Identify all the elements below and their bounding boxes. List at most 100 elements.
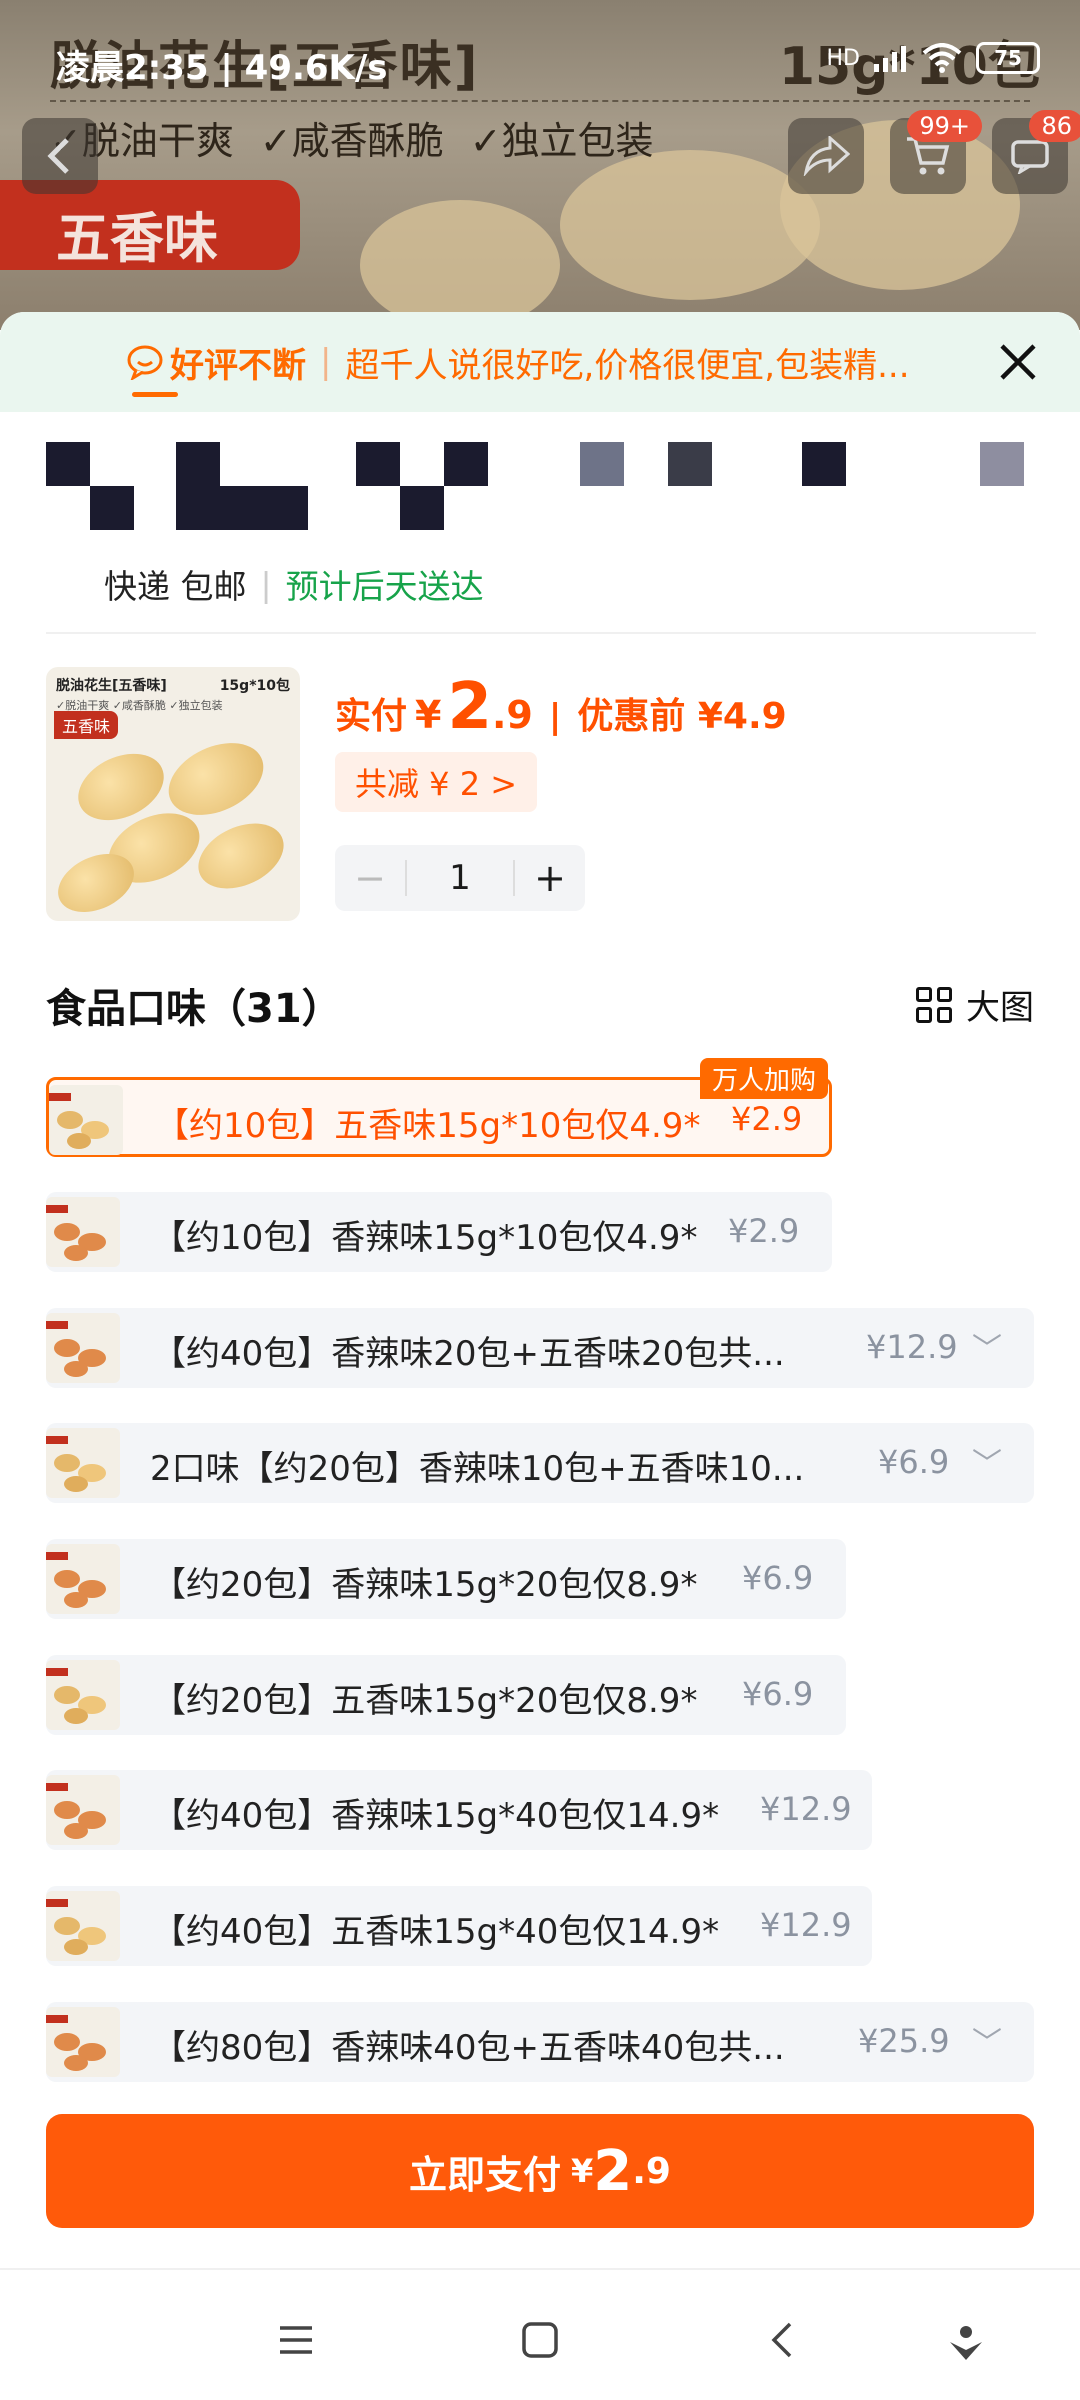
share-icon: [803, 136, 850, 176]
status-icons: HD 75: [827, 42, 1040, 74]
shipping-info[interactable]: 快递 包邮 | 预计后天送达: [104, 560, 484, 608]
chevron-down-icon[interactable]: ﹀: [972, 2018, 1002, 2062]
pay-now-price-dec: .9: [632, 2150, 671, 2192]
chat-bubble-icon: [127, 345, 163, 380]
thumb-title: 脱油花生[五香味]: [56, 678, 167, 694]
option-price: ¥6.9: [742, 1675, 814, 1713]
message-button[interactable]: 86: [992, 110, 1080, 194]
option-price: ¥6.9: [742, 1559, 814, 1597]
option-thumbnail: [49, 1085, 123, 1155]
pay-label: 实付: [335, 696, 408, 737]
cart-badge: 99+: [907, 110, 982, 142]
status-bar: 凌晨2:35 | 49.6K/s HD 75: [0, 0, 1080, 120]
pay-now-button[interactable]: 立即支付 ¥ 2 .9: [46, 2114, 1034, 2228]
pay-now-currency: ¥: [571, 2152, 594, 2190]
chevron-left-icon: [47, 138, 69, 174]
option-thumbnail: [46, 1313, 120, 1383]
quantity-stepper: − 1 +: [335, 845, 585, 911]
close-icon: [1000, 344, 1036, 380]
sku-option[interactable]: 【约20包】香辣味15g*20包仅8.9* ¥6.9: [46, 1539, 846, 1619]
option-price: ¥12.9: [760, 1906, 852, 1944]
option-label: 【约10包】香辣味15g*10包仅4.9*: [152, 1218, 698, 1258]
pay-now-price-int: 2: [593, 2138, 633, 2204]
thumb-badge: 五香味: [54, 711, 119, 739]
option-label: 【约10包】五香味15g*10包仅4.9*: [155, 1106, 701, 1146]
sku-option[interactable]: 【约20包】五香味15g*20包仅8.9* ¥6.9: [46, 1655, 846, 1735]
option-price: ¥12.9: [866, 1328, 958, 1366]
delivery-estimate: 预计后天送达: [285, 567, 484, 606]
message-badge: 86: [1029, 110, 1080, 142]
discount-badge[interactable]: 共减 ¥ 2 >: [335, 752, 538, 812]
sku-option[interactable]: 【约80包】香辣味40包+五香味40包共... ¥25.9 ﹀: [46, 2002, 1034, 2082]
grid-icon: [916, 986, 952, 1023]
decrease-button[interactable]: −: [335, 856, 405, 900]
review-separator: |: [320, 342, 332, 382]
quantity-value[interactable]: 1: [405, 860, 515, 896]
chevron-down-icon[interactable]: ﹀: [972, 1439, 1002, 1483]
hd-signal-icon: HD: [826, 45, 860, 71]
sku-option[interactable]: 【约40包】五香味15g*40包仅14.9* ¥12.9: [46, 1886, 872, 1966]
price-before-discount: 优惠前 ¥4.9: [577, 696, 787, 737]
increase-button[interactable]: +: [515, 856, 585, 900]
option-label: 【约20包】五香味15g*20包仅8.9*: [152, 1681, 698, 1721]
option-price: ¥25.9: [858, 2022, 950, 2060]
shipping-method: 快递 包邮: [104, 567, 247, 606]
option-price: ¥6.9: [878, 1443, 950, 1481]
hero-flavor-label: 五香味: [56, 207, 218, 270]
flavor-section-title: 食品口味（31）: [46, 986, 342, 1032]
option-label: 【约40包】香辣味20包+五香味20包共...: [152, 1334, 785, 1374]
option-label: 2口味【约20包】香辣味10包+五香味10...: [150, 1449, 805, 1489]
battery-icon: 75: [976, 42, 1040, 74]
peanut-image: [187, 810, 295, 902]
option-price: ¥2.9: [728, 1212, 800, 1250]
pay-currency: ¥: [415, 693, 442, 737]
review-banner[interactable]: 好评不断 | 超千人说很好吃,价格很便宜,包装精...: [0, 312, 1080, 412]
message-icon: [1011, 140, 1049, 174]
pay-price-dec: .9: [492, 693, 533, 737]
option-label: 【约40包】五香味15g*40包仅14.9*: [152, 1912, 720, 1952]
option-thumbnail: [46, 2007, 120, 2077]
option-price: ¥2.9: [731, 1100, 803, 1138]
actual-pay-price: 实付 ¥ 2 .9 | 优惠前 ¥4.9: [335, 670, 787, 744]
back-button[interactable]: [22, 118, 98, 194]
share-button[interactable]: [788, 118, 864, 194]
hot-tag: 万人加购: [700, 1058, 829, 1099]
peanut-image: [360, 200, 560, 330]
option-thumbnail: [46, 1891, 120, 1961]
review-underline: [132, 392, 178, 397]
system-nav-bar: [0, 2268, 1080, 2400]
review-lead: 好评不断: [170, 345, 306, 386]
big-view-label: 大图: [966, 988, 1034, 1028]
option-thumbnail: [46, 1660, 120, 1730]
thumb-pack: 15g*10包: [219, 678, 290, 694]
home-icon[interactable]: [520, 2320, 560, 2360]
close-button[interactable]: [996, 340, 1040, 384]
price-separator: |: [548, 697, 562, 737]
option-price: ¥12.9: [760, 1790, 852, 1828]
big-view-toggle[interactable]: 大图: [916, 980, 1034, 1029]
option-thumbnail: [46, 1197, 120, 1267]
back-nav-icon[interactable]: [764, 2320, 804, 2360]
review-text: 超千人说很好吃,价格很便宜,包装精...: [345, 345, 910, 386]
shipping-address-redacted[interactable]: [46, 442, 1036, 542]
discount-text: 共减 ¥ 2 >: [355, 765, 518, 803]
sku-selection-sheet: 好评不断 | 超千人说很好吃,价格很便宜,包装精... 快递 包邮 | 预计后天…: [0, 312, 1080, 2400]
wifi-icon: [922, 43, 962, 73]
sku-option[interactable]: 2口味【约20包】香辣味10包+五香味10... ¥6.9 ﹀: [46, 1423, 1034, 1503]
sku-option[interactable]: 【约40包】香辣味15g*40包仅14.9* ¥12.9: [46, 1770, 872, 1850]
pay-now-label: 立即支付: [409, 2152, 562, 2197]
signal-icon: [874, 46, 906, 72]
sku-option[interactable]: 【约10包】香辣味15g*10包仅4.9* ¥2.9: [46, 1192, 832, 1272]
sku-option[interactable]: 【约40包】香辣味20包+五香味20包共... ¥12.9 ﹀: [46, 1308, 1034, 1388]
menu-icon[interactable]: [276, 2320, 316, 2360]
peanut-image: [560, 150, 820, 300]
chevron-down-icon[interactable]: ﹀: [972, 1324, 1002, 1368]
option-label: 【约20包】香辣味15g*20包仅8.9*: [152, 1565, 698, 1605]
assistant-icon[interactable]: [946, 2320, 986, 2360]
battery-level: 75: [994, 46, 1022, 70]
pay-price-int: 2: [447, 670, 492, 744]
cart-button[interactable]: 99+: [890, 110, 982, 194]
option-label: 【约80包】香辣味40包+五香味40包共...: [152, 2028, 785, 2068]
option-thumbnail: [46, 1428, 120, 1498]
product-thumbnail[interactable]: 脱油花生[五香味] 15g*10包 ✓脱油干爽 ✓咸香酥脆 ✓独立包装 五香味: [46, 667, 300, 921]
